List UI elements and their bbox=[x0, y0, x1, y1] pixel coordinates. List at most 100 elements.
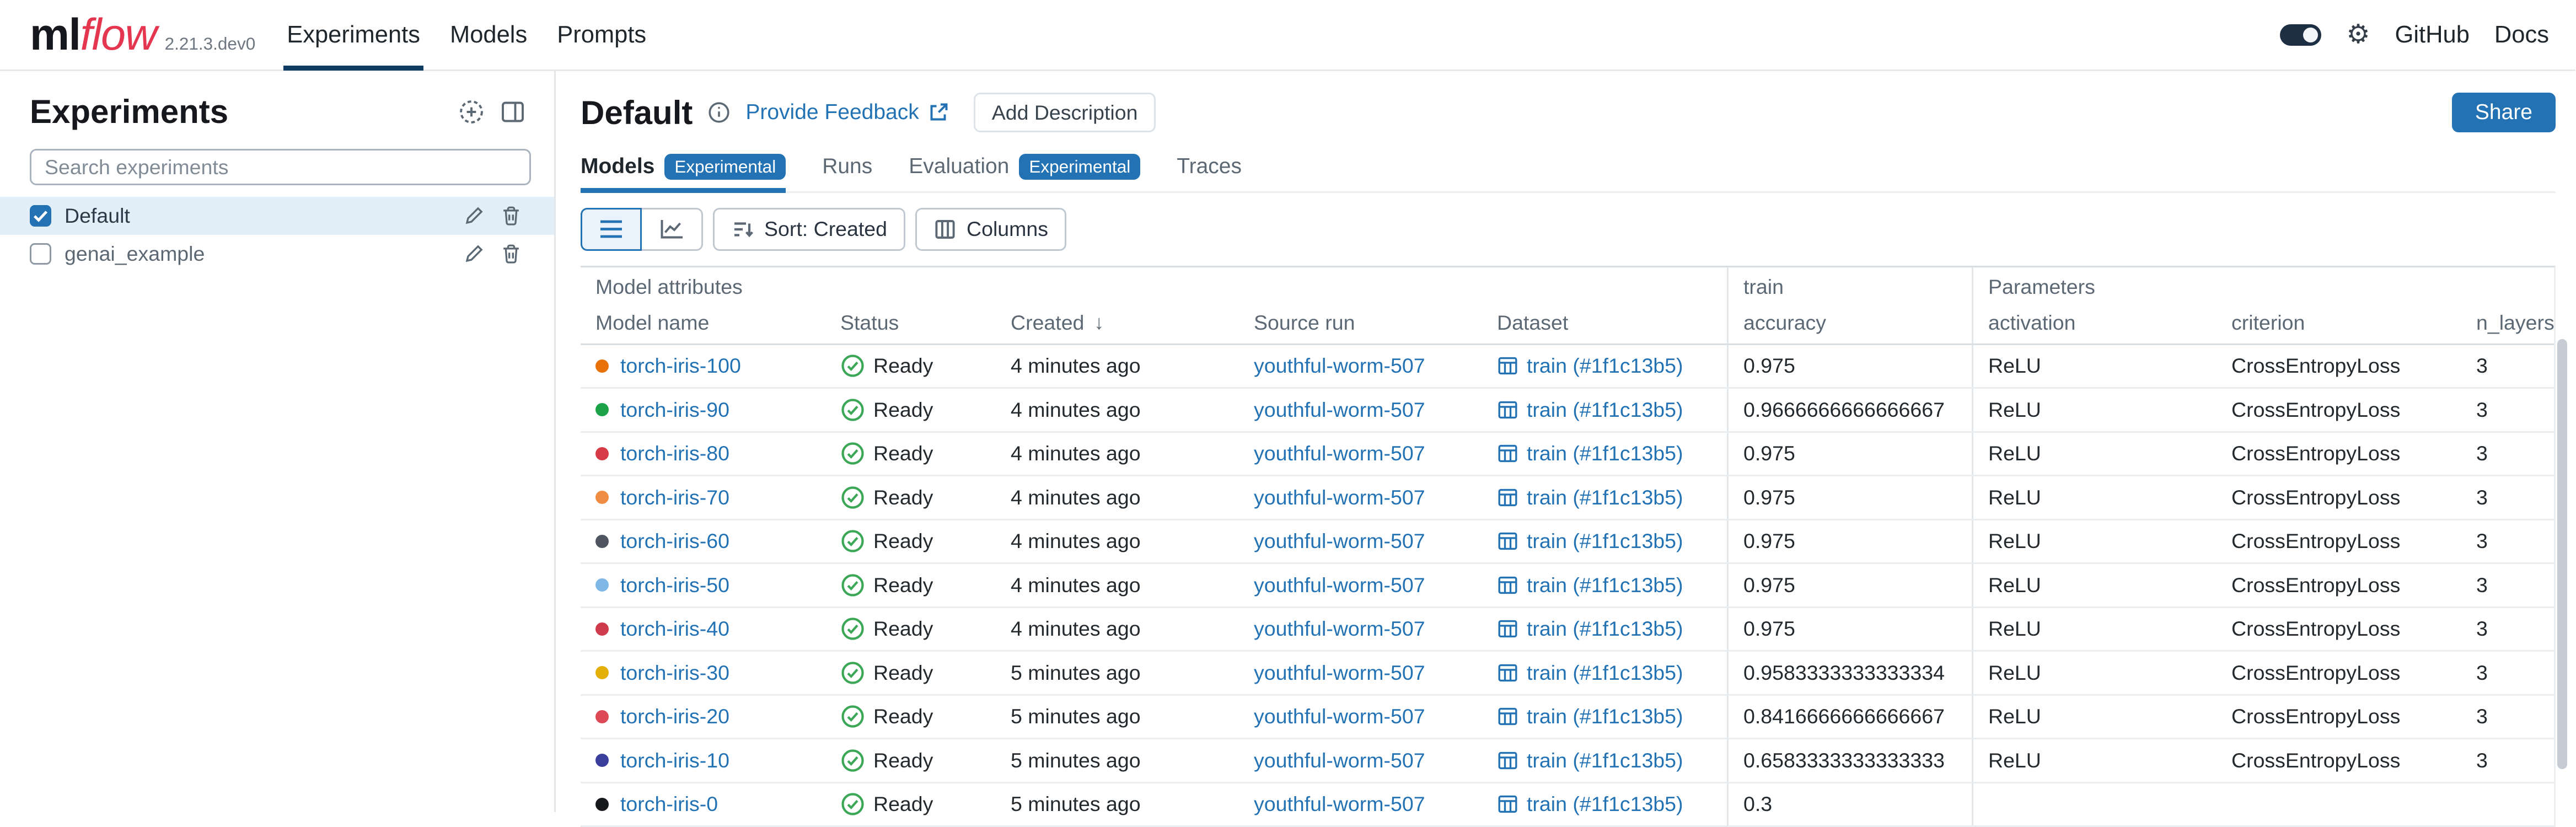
dataset-link[interactable]: train (#1f1c13b5) bbox=[1527, 749, 1683, 772]
ready-check-icon bbox=[840, 441, 865, 466]
source-run-link[interactable]: youthful-worm-507 bbox=[1254, 749, 1425, 772]
source-run-link[interactable]: youthful-worm-507 bbox=[1254, 529, 1425, 553]
criterion-cell: CrossEntropyLoss bbox=[2217, 433, 2461, 475]
source-run-link[interactable]: youthful-worm-507 bbox=[1254, 661, 1425, 685]
col-header-created[interactable]: Created ↓ bbox=[996, 302, 1239, 343]
tab-models[interactable]: Models Experimental bbox=[581, 154, 786, 191]
table-scrollbar[interactable] bbox=[2557, 339, 2567, 769]
docs-link[interactable]: Docs bbox=[2494, 22, 2549, 49]
info-icon[interactable] bbox=[707, 101, 731, 124]
col-header-dataset[interactable]: Dataset bbox=[1482, 302, 1727, 343]
dataset-table-icon bbox=[1497, 530, 1518, 552]
model-name-link[interactable]: torch-iris-70 bbox=[620, 486, 729, 509]
dataset-link[interactable]: train (#1f1c13b5) bbox=[1527, 792, 1683, 816]
created-cell: 4 minutes ago bbox=[996, 608, 1239, 651]
nav-prompts[interactable]: Prompts bbox=[542, 0, 661, 71]
source-run-link[interactable]: youthful-worm-507 bbox=[1254, 486, 1425, 509]
model-name-link[interactable]: torch-iris-10 bbox=[620, 749, 729, 772]
add-description-button[interactable]: Add Description bbox=[974, 93, 1156, 132]
source-run-link[interactable]: youthful-worm-507 bbox=[1254, 573, 1425, 597]
source-run-link[interactable]: youthful-worm-507 bbox=[1254, 398, 1425, 422]
chart-view-button[interactable] bbox=[642, 208, 703, 251]
source-run-link[interactable]: youthful-worm-507 bbox=[1254, 705, 1425, 728]
source-run-cell: youthful-worm-507 bbox=[1239, 476, 1482, 519]
model-name-link[interactable]: torch-iris-100 bbox=[620, 354, 741, 378]
models-table: Model attributes train Parameters Model … bbox=[581, 266, 2556, 827]
col-header-source-run[interactable]: Source run bbox=[1239, 302, 1482, 343]
source-run-link[interactable]: youthful-worm-507 bbox=[1254, 354, 1425, 378]
dataset-link[interactable]: train (#1f1c13b5) bbox=[1527, 442, 1683, 465]
col-header-criterion[interactable]: criterion bbox=[2217, 302, 2461, 343]
model-name-cell: torch-iris-60 bbox=[581, 520, 825, 563]
github-link[interactable]: GitHub bbox=[2395, 22, 2470, 49]
status-cell: Ready bbox=[825, 433, 996, 475]
model-name-link[interactable]: torch-iris-40 bbox=[620, 617, 729, 641]
group-train: train bbox=[1727, 267, 1972, 302]
col-header-accuracy[interactable]: accuracy bbox=[1727, 302, 1972, 343]
source-run-cell: youthful-worm-507 bbox=[1239, 652, 1482, 694]
sidebar-item-default[interactable]: Default bbox=[0, 197, 554, 235]
model-name-link[interactable]: torch-iris-30 bbox=[620, 661, 729, 685]
nav-right-group: ⚙ GitHub Docs bbox=[2280, 22, 2549, 49]
list-view-button[interactable] bbox=[581, 208, 642, 251]
created-cell: 4 minutes ago bbox=[996, 476, 1239, 519]
source-run-link[interactable]: youthful-worm-507 bbox=[1254, 792, 1425, 816]
model-name-link[interactable]: torch-iris-0 bbox=[620, 792, 718, 816]
run-color-dot bbox=[595, 798, 609, 811]
model-name-link[interactable]: torch-iris-90 bbox=[620, 398, 729, 422]
experiment-name-label[interactable]: Default bbox=[65, 204, 130, 228]
nav-experiments[interactable]: Experiments bbox=[272, 0, 435, 71]
mlflow-logo[interactable]: mlflow 2.21.3.dev0 bbox=[30, 9, 255, 61]
search-experiments-input[interactable] bbox=[45, 155, 516, 179]
experiment-checkbox-checked[interactable] bbox=[30, 205, 51, 227]
table-group-header-row: Model attributes train Parameters bbox=[581, 267, 2554, 302]
created-cell: 5 minutes ago bbox=[996, 696, 1239, 738]
dataset-link[interactable]: train (#1f1c13b5) bbox=[1527, 705, 1683, 728]
dataset-link[interactable]: train (#1f1c13b5) bbox=[1527, 486, 1683, 509]
provide-feedback-link[interactable]: Provide Feedback bbox=[745, 100, 948, 125]
model-name-link[interactable]: torch-iris-60 bbox=[620, 529, 729, 553]
dataset-link[interactable]: train (#1f1c13b5) bbox=[1527, 398, 1683, 422]
accuracy-cell: 0.975 bbox=[1727, 476, 1972, 519]
col-header-status[interactable]: Status bbox=[825, 302, 996, 343]
dataset-link[interactable]: train (#1f1c13b5) bbox=[1527, 661, 1683, 685]
model-name-link[interactable]: torch-iris-20 bbox=[620, 705, 729, 728]
sort-button[interactable]: Sort: Created bbox=[713, 208, 905, 251]
create-experiment-icon[interactable] bbox=[458, 99, 485, 125]
model-name-link[interactable]: torch-iris-50 bbox=[620, 573, 729, 597]
sort-direction-icon[interactable]: ↓ bbox=[1094, 311, 1104, 334]
columns-button[interactable]: Columns bbox=[915, 208, 1066, 251]
accuracy-cell: 0.3 bbox=[1727, 783, 1972, 826]
delete-experiment-icon[interactable] bbox=[501, 243, 521, 265]
status-text: Ready bbox=[873, 705, 933, 728]
settings-gear-icon[interactable]: ⚙ bbox=[2346, 22, 2370, 48]
dataset-cell: train (#1f1c13b5) bbox=[1482, 433, 1727, 475]
tab-evaluation[interactable]: Evaluation Experimental bbox=[909, 154, 1140, 191]
open-panel-icon[interactable] bbox=[500, 99, 526, 125]
accuracy-cell: 0.975 bbox=[1727, 433, 1972, 475]
dataset-link[interactable]: train (#1f1c13b5) bbox=[1527, 573, 1683, 597]
model-name-link[interactable]: torch-iris-80 bbox=[620, 442, 729, 465]
tab-traces[interactable]: Traces bbox=[1177, 154, 1242, 191]
source-run-link[interactable]: youthful-worm-507 bbox=[1254, 442, 1425, 465]
experiment-checkbox-unchecked[interactable] bbox=[30, 243, 51, 265]
dataset-link[interactable]: train (#1f1c13b5) bbox=[1527, 617, 1683, 641]
col-header-activation[interactable]: activation bbox=[1972, 302, 2217, 343]
theme-toggle[interactable] bbox=[2280, 24, 2321, 46]
edit-experiment-icon[interactable] bbox=[463, 205, 485, 227]
delete-experiment-icon[interactable] bbox=[501, 205, 521, 227]
col-header-model-name[interactable]: Model name bbox=[581, 302, 825, 343]
tab-runs[interactable]: Runs bbox=[822, 154, 872, 191]
created-cell: 4 minutes ago bbox=[996, 389, 1239, 431]
status-text: Ready bbox=[873, 792, 933, 816]
sidebar-item-genai-example[interactable]: genai_example bbox=[0, 235, 554, 273]
share-button[interactable]: Share bbox=[2452, 93, 2556, 132]
dataset-link[interactable]: train (#1f1c13b5) bbox=[1527, 354, 1683, 378]
nav-models[interactable]: Models bbox=[435, 0, 542, 71]
source-run-link[interactable]: youthful-worm-507 bbox=[1254, 617, 1425, 641]
dataset-link[interactable]: train (#1f1c13b5) bbox=[1527, 529, 1683, 553]
created-cell: 5 minutes ago bbox=[996, 783, 1239, 826]
experiment-name-label[interactable]: genai_example bbox=[65, 242, 205, 266]
edit-experiment-icon[interactable] bbox=[463, 243, 485, 265]
col-header-n-layers[interactable]: n_layers bbox=[2461, 302, 2554, 343]
